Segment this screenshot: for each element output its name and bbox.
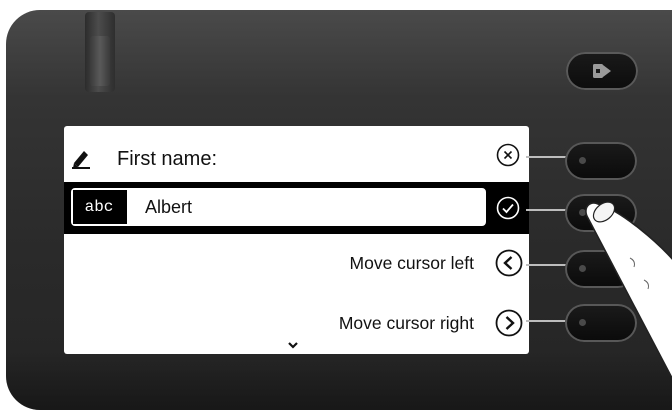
cancel-x-icon[interactable] xyxy=(496,143,520,167)
key-led xyxy=(579,157,586,164)
input-mode-indicator[interactable]: abc xyxy=(73,190,125,224)
side-key-1[interactable] xyxy=(565,142,637,180)
confirm-check-icon[interactable] xyxy=(496,196,520,220)
connector-line xyxy=(526,156,566,158)
handset-hook-tab xyxy=(90,36,110,86)
exit-key[interactable] xyxy=(566,52,638,90)
chevron-left-icon[interactable] xyxy=(495,249,523,277)
phone-device: First name: abc Albert Move cursor left xyxy=(0,0,672,414)
title-row: First name: xyxy=(64,140,529,176)
input-row[interactable]: abc Albert xyxy=(64,182,529,234)
option-label: Move cursor left xyxy=(349,253,474,273)
exit-arrow-icon xyxy=(593,64,611,78)
first-name-input[interactable]: Albert xyxy=(127,190,484,224)
option-move-cursor-right[interactable]: Move cursor right xyxy=(64,304,529,344)
option-label: Move cursor right xyxy=(338,313,474,333)
option-move-cursor-left[interactable]: Move cursor left xyxy=(64,244,529,284)
display-screen: First name: abc Albert Move cursor left xyxy=(64,126,529,354)
chevron-right-icon[interactable] xyxy=(495,309,523,337)
field-title: First name: xyxy=(117,148,218,170)
pointing-finger xyxy=(585,201,672,379)
chevron-down-icon xyxy=(288,342,298,349)
pencil-icon xyxy=(72,151,90,169)
